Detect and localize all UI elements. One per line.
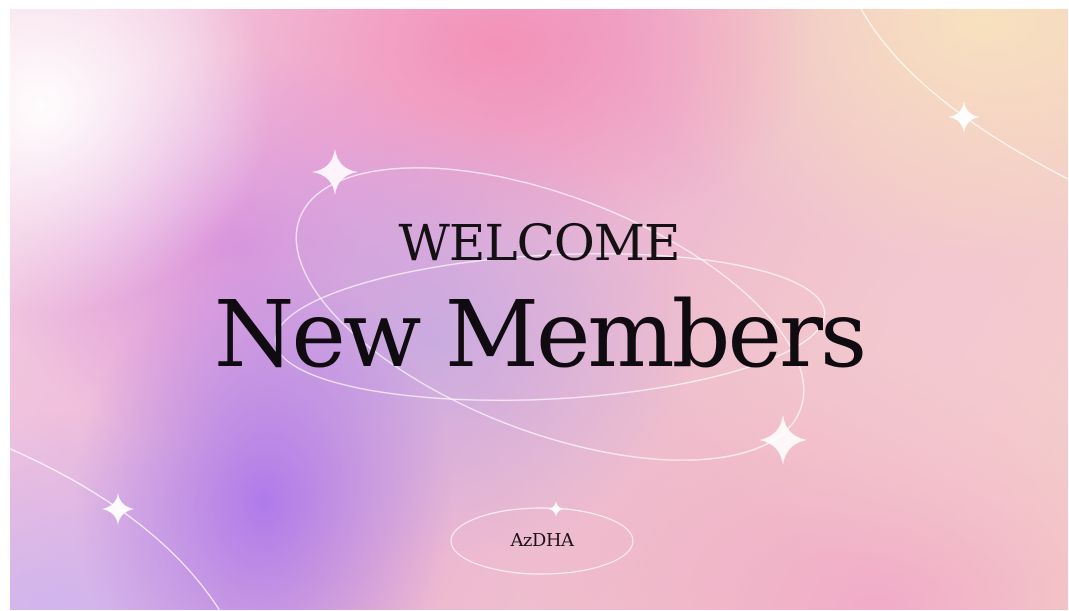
slide-title: New Members: [213, 281, 867, 388]
sparkle-icon: [948, 101, 980, 133]
welcome-heading: WELCOME: [398, 214, 680, 272]
sparkle-icon: [759, 415, 807, 465]
organization-name: AzDHA: [510, 530, 574, 551]
sparkle-icon: [548, 501, 564, 517]
arc-line-bottom-left: [10, 448, 221, 610]
sparkle-icon: [312, 149, 358, 195]
arc-line-top-right: [860, 9, 1068, 180]
slide-canvas: WELCOME New Members AzDHA: [10, 9, 1068, 610]
sparkle-icon: [102, 493, 134, 525]
